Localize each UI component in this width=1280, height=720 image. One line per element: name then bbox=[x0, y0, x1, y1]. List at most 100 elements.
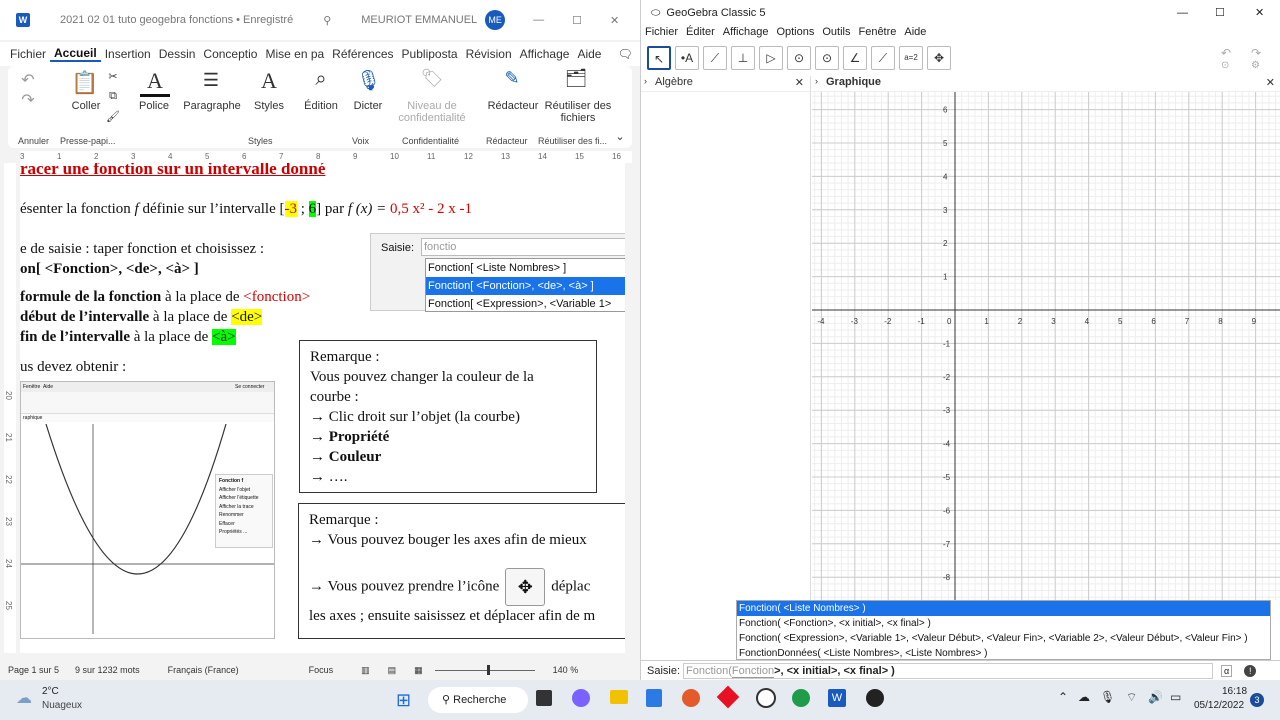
input-field[interactable]: Fonction(Fonction>, <x initial>, <x fina… bbox=[683, 662, 1214, 679]
tab-insertion[interactable]: Insertion bbox=[101, 47, 155, 61]
collapse-icon[interactable]: › bbox=[815, 76, 818, 86]
cloud-sync-icon[interactable]: ☁ bbox=[1078, 690, 1090, 704]
chevron-down-icon[interactable]: ⌄ bbox=[614, 130, 626, 143]
geogebra-taskbar-icon[interactable] bbox=[756, 688, 776, 708]
microphone-icon[interactable]: 🎙 bbox=[356, 68, 381, 93]
tab-affichage[interactable]: Affichage bbox=[516, 47, 574, 61]
sensitivity-button[interactable]: Niveau de confidentialité bbox=[388, 100, 476, 124]
tab-mise-en-page[interactable]: Mise en pa bbox=[261, 47, 328, 61]
suggestion-item[interactable]: Fonction( <Expression>, <Variable 1>, <V… bbox=[737, 631, 1270, 646]
font-icon[interactable]: A bbox=[140, 68, 170, 97]
styles-icon[interactable]: A bbox=[254, 68, 284, 94]
polygon-tool-icon[interactable]: ▷ bbox=[759, 46, 783, 70]
cut-icon[interactable]: ✂ bbox=[106, 70, 120, 83]
focus-button[interactable]: Focus bbox=[309, 665, 334, 675]
word-taskbar-icon[interactable]: W bbox=[828, 689, 846, 707]
paste-button[interactable]: Coller bbox=[64, 100, 108, 112]
zoom-level[interactable]: 140 % bbox=[553, 665, 579, 675]
tab-accueil[interactable]: Accueil bbox=[50, 46, 101, 62]
search-box[interactable]: ⚲ Recherche bbox=[428, 687, 528, 713]
task-view-icon[interactable] bbox=[536, 690, 552, 706]
wifi-icon[interactable]: ⌔ bbox=[1126, 690, 1137, 705]
editor-icon[interactable]: ✎ bbox=[500, 68, 524, 89]
search-icon[interactable]: ⚲ bbox=[323, 14, 331, 27]
menu-affichage[interactable]: Affichage bbox=[723, 26, 769, 42]
algebra-view[interactable]: › Algèbre ✕ bbox=[641, 76, 811, 600]
angle-tool-icon[interactable]: ∠ bbox=[843, 46, 867, 70]
graphics-view[interactable]: › Graphique ✕ -4 -3 -2 -1 0 1 2 3 4 5 6 7 8 9 6 5 4 3 2 1 -1… bbox=[812, 76, 1280, 600]
help-icon[interactable]: ⊙ bbox=[1221, 60, 1229, 71]
clock-time[interactable]: 16:18 bbox=[1222, 686, 1247, 697]
font-button[interactable]: Police bbox=[134, 100, 174, 112]
collapse-icon[interactable]: › bbox=[644, 76, 647, 86]
menu-editer[interactable]: Éditer bbox=[686, 26, 715, 42]
print-layout-icon[interactable]: ▤ bbox=[388, 665, 397, 676]
weather-temp[interactable]: 2°C bbox=[42, 686, 59, 697]
paste-icon[interactable]: 📋 bbox=[68, 70, 102, 96]
perpendicular-tool-icon[interactable]: ⊥ bbox=[731, 46, 755, 70]
clock-date[interactable]: 05/12/2022 bbox=[1194, 700, 1244, 711]
tab-aide[interactable]: Aide bbox=[573, 47, 605, 61]
move-tool-icon[interactable]: ↖ bbox=[647, 46, 671, 70]
sensitivity-icon[interactable]: 🏷 bbox=[420, 68, 444, 89]
start-icon[interactable]: ⊞ bbox=[396, 690, 411, 711]
folder-icon[interactable] bbox=[610, 690, 628, 704]
edit-button[interactable]: Édition bbox=[300, 100, 342, 112]
cloud-icon[interactable]: ☁ bbox=[16, 688, 32, 708]
minimize-icon[interactable]: — bbox=[1177, 7, 1188, 19]
store-icon[interactable] bbox=[646, 689, 662, 707]
battery-icon[interactable]: ▭ bbox=[1170, 690, 1181, 704]
menu-aide[interactable]: Aide bbox=[904, 26, 926, 42]
suggestion-selected[interactable]: Fonction( <Liste Nombres> ) bbox=[737, 601, 1270, 616]
maximize-icon[interactable]: ☐ bbox=[1215, 6, 1225, 19]
close-icon[interactable]: ✕ bbox=[610, 14, 619, 27]
close-algebra-icon[interactable]: ✕ bbox=[795, 76, 804, 89]
slider-tool-icon[interactable]: a=2 bbox=[899, 46, 923, 70]
editor-button[interactable]: Rédacteur bbox=[484, 100, 542, 112]
menu-options[interactable]: Options bbox=[776, 26, 814, 42]
maximize-icon[interactable]: ☐ bbox=[572, 14, 582, 27]
find-icon[interactable]: ⌕ bbox=[306, 68, 336, 91]
reflect-tool-icon[interactable]: ⟋ bbox=[871, 46, 895, 70]
teams-icon[interactable] bbox=[572, 689, 590, 707]
menu-outils[interactable]: Outils bbox=[822, 26, 850, 42]
dictate-button[interactable]: Dicter bbox=[348, 100, 388, 112]
notification-badge[interactable]: 3 bbox=[1250, 693, 1264, 707]
ellipse-tool-icon[interactable]: ⊙ bbox=[815, 46, 839, 70]
circle-tool-icon[interactable]: ⊙ bbox=[787, 46, 811, 70]
read-mode-icon[interactable]: ▥ bbox=[361, 665, 370, 676]
undo-icon[interactable]: ↶ bbox=[1221, 46, 1231, 60]
reuse-files-icon[interactable]: 🗂 bbox=[564, 68, 588, 89]
weather-text[interactable]: Nuageux bbox=[42, 700, 82, 711]
microphone-icon[interactable]: 🎙 bbox=[1100, 690, 1115, 704]
close-graphics-icon[interactable]: ✕ bbox=[1266, 76, 1275, 89]
move-view-tool-icon[interactable]: ✥ bbox=[927, 46, 951, 70]
redo-icon[interactable]: ↷ bbox=[1251, 46, 1261, 60]
suggestion-item[interactable]: Fonction( <Fonction>, <x initial>, <x fi… bbox=[737, 616, 1270, 631]
close-icon[interactable]: ✕ bbox=[1255, 6, 1264, 19]
comment-icon[interactable]: 🗨 bbox=[613, 47, 636, 61]
gear-icon[interactable]: ⚙ bbox=[1251, 60, 1260, 71]
volume-icon[interactable]: 🔊 bbox=[1148, 690, 1163, 704]
styles-button[interactable]: Styles bbox=[250, 100, 288, 112]
zoom-slider[interactable] bbox=[434, 664, 535, 675]
recorder-icon[interactable] bbox=[866, 689, 884, 707]
web-layout-icon[interactable]: ▦ bbox=[414, 665, 423, 676]
firefox-icon[interactable] bbox=[682, 689, 700, 707]
point-tool-icon[interactable]: •A bbox=[675, 46, 699, 70]
tab-revision[interactable]: Révision bbox=[462, 47, 516, 61]
language[interactable]: Français (France) bbox=[168, 665, 239, 675]
xmind-icon[interactable] bbox=[792, 689, 810, 707]
tab-references[interactable]: Références bbox=[328, 47, 397, 61]
minimize-icon[interactable]: — bbox=[533, 14, 544, 26]
tab-conception[interactable]: Conceptio bbox=[199, 47, 261, 61]
undo-icon[interactable]: ↶ bbox=[18, 70, 38, 90]
redo-icon[interactable]: ↷ bbox=[18, 90, 38, 110]
tab-fichier[interactable]: Fichier bbox=[6, 47, 50, 61]
app-diamond-icon[interactable] bbox=[716, 685, 740, 709]
input-help-icon[interactable]: ! bbox=[1244, 664, 1257, 677]
menu-fichier[interactable]: Fichier bbox=[645, 26, 678, 42]
tab-publipostage[interactable]: Publiposta bbox=[398, 47, 462, 61]
alpha-icon[interactable]: α bbox=[1221, 664, 1233, 677]
tab-dessin[interactable]: Dessin bbox=[155, 47, 200, 61]
